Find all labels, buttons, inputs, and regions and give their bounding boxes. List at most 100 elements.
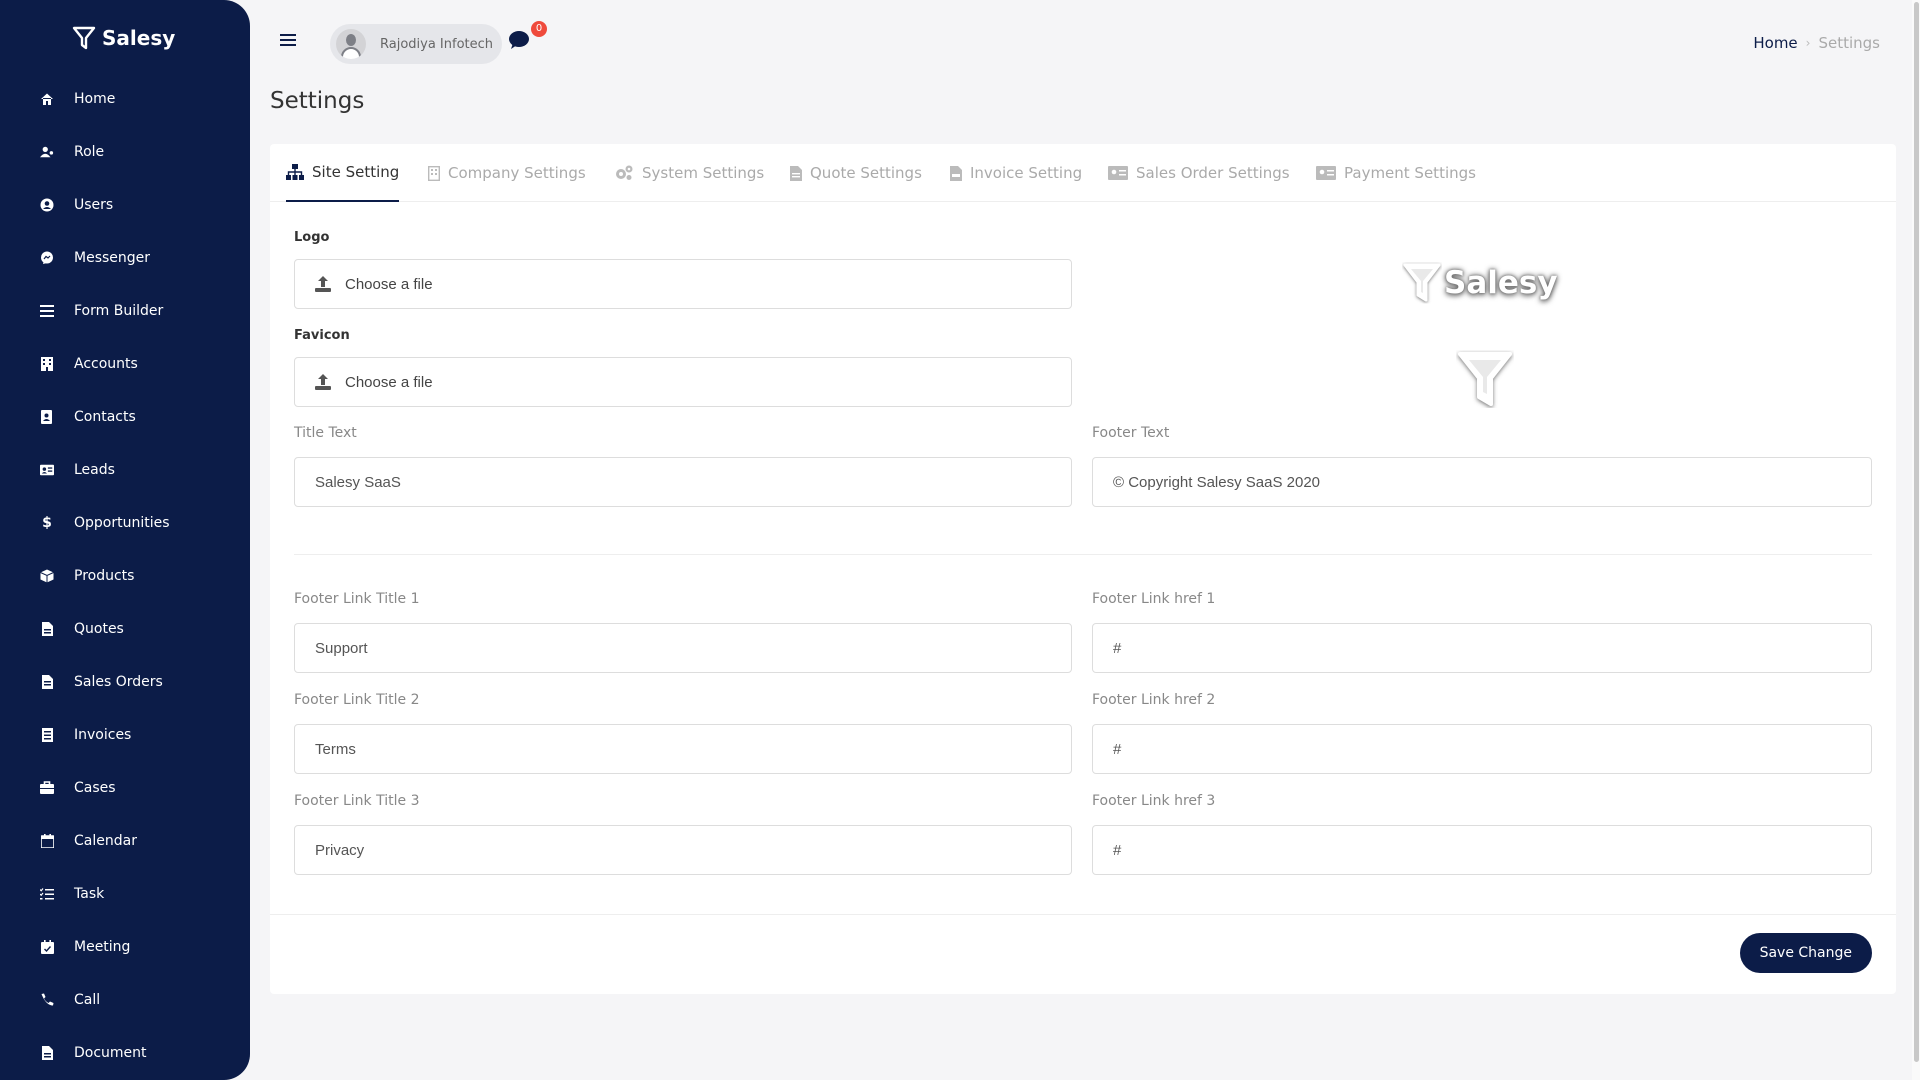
file-order-icon <box>40 674 54 689</box>
hamburger-menu-icon[interactable] <box>280 34 296 48</box>
sidebar-item-accounts[interactable]: Accounts <box>0 337 250 390</box>
breadcrumb-current: Settings <box>1818 34 1880 52</box>
logo-preview: Salesy <box>1402 262 1558 304</box>
card-footer-divider <box>270 914 1896 915</box>
footer-link-href-1-input[interactable]: # <box>1092 623 1872 673</box>
footer-link-title-2-value: Terms <box>315 740 356 758</box>
cogs-icon <box>616 165 633 180</box>
chat-icon[interactable] <box>508 30 530 54</box>
sidebar-item-meeting[interactable]: Meeting <box>0 920 250 973</box>
favicon-label: Favicon <box>294 328 350 343</box>
brand-name: Salesy <box>102 26 176 50</box>
sidebar-item-quotes[interactable]: Quotes <box>0 602 250 655</box>
tab-sales-order-settings[interactable]: Sales Order Settings <box>1108 144 1290 202</box>
logo-file-placeholder: Choose a file <box>345 275 433 293</box>
sidebar-item-messenger[interactable]: Messenger <box>0 231 250 284</box>
footer-link-title-2-input[interactable]: Terms <box>294 724 1072 774</box>
footer-text-input[interactable]: © Copyright Salesy SaaS 2020 <box>1092 457 1872 507</box>
tab-label: Payment Settings <box>1344 164 1476 182</box>
sidebar-item-label: Leads <box>74 461 115 478</box>
footer-text-value: © Copyright Salesy SaaS 2020 <box>1113 473 1321 491</box>
footer-link-href-1-label: Footer Link href 1 <box>1092 591 1216 607</box>
footer-link-href-2-value: # <box>1113 740 1122 758</box>
sidebar-item-label: Role <box>74 143 105 160</box>
user-menu[interactable]: Rajodiya Infotech <box>330 24 502 64</box>
sidebar-item-label: Call <box>74 991 101 1008</box>
title-text-value: Salesy SaaS <box>315 473 401 491</box>
tab-invoice-setting[interactable]: Invoice Setting <box>950 144 1082 202</box>
sidebar-item-label: Invoices <box>74 726 132 743</box>
sidebar-item-cases[interactable]: Cases <box>0 761 250 814</box>
sidebar-item-task[interactable]: Task <box>0 867 250 920</box>
sidebar-item-label: Messenger <box>74 249 151 266</box>
file-icon <box>790 165 802 181</box>
favicon-preview <box>1456 350 1514 412</box>
favicon-file-input[interactable]: Choose a file <box>294 357 1072 407</box>
sidebar-item-leads[interactable]: Leads <box>0 443 250 496</box>
dollar-icon: $ <box>42 514 52 531</box>
sidebar-item-form-builder[interactable]: Form Builder <box>0 284 250 337</box>
sidebar-item-sales-orders[interactable]: Sales Orders <box>0 655 250 708</box>
settings-card: Site Setting Company Settings System Set… <box>270 144 1896 994</box>
messenger-icon <box>40 251 54 265</box>
sidebar-item-call[interactable]: Call <box>0 973 250 1026</box>
breadcrumb-separator: › <box>1805 36 1811 50</box>
tab-label: Sales Order Settings <box>1136 164 1290 182</box>
footer-link-href-2-input[interactable]: # <box>1092 724 1872 774</box>
tab-company-settings[interactable]: Company Settings <box>428 144 586 202</box>
user-role-icon <box>40 145 54 159</box>
tab-quote-settings[interactable]: Quote Settings <box>790 144 922 202</box>
sidebar: Salesy Home Role Users Messenger Form Bu… <box>0 0 250 1080</box>
sidebar-item-users[interactable]: Users <box>0 178 250 231</box>
footer-link-title-1-label: Footer Link Title 1 <box>294 591 420 607</box>
id-card-icon <box>40 463 54 477</box>
tab-site-setting[interactable]: Site Setting <box>286 144 400 202</box>
footer-link-title-3-input[interactable]: Privacy <box>294 825 1072 875</box>
home-icon <box>40 92 54 106</box>
title-text-label: Title Text <box>294 425 357 441</box>
sidebar-item-invoices[interactable]: Invoices <box>0 708 250 761</box>
logo-file-input[interactable]: Choose a file <box>294 259 1072 309</box>
user-circle-icon <box>40 198 54 212</box>
sidebar-item-role[interactable]: Role <box>0 125 250 178</box>
tab-system-settings[interactable]: System Settings <box>614 144 764 202</box>
save-change-button[interactable]: Save Change <box>1739 933 1872 973</box>
sidebar-item-label: Form Builder <box>74 302 164 319</box>
sitemap-icon <box>286 164 304 180</box>
phone-icon <box>40 993 54 1007</box>
funnel-favicon-icon <box>1458 352 1512 406</box>
user-name: Rajodiya Infotech <box>380 36 494 52</box>
title-text-input[interactable]: Salesy SaaS <box>294 457 1072 507</box>
tab-label: Company Settings <box>448 164 586 182</box>
sidebar-item-products[interactable]: Products <box>0 549 250 602</box>
sidebar-item-home[interactable]: Home <box>0 72 250 125</box>
favicon-file-placeholder: Choose a file <box>345 373 433 391</box>
page-scrollbar[interactable] <box>1912 0 1920 1080</box>
breadcrumb: Home › Settings <box>1753 34 1880 52</box>
box-icon <box>40 569 54 583</box>
chat-count-badge: 0 <box>531 21 547 37</box>
address-book-icon <box>40 409 54 424</box>
footer-link-title-3-label: Footer Link Title 3 <box>294 793 420 809</box>
sidebar-item-opportunities[interactable]: $ Opportunities <box>0 496 250 549</box>
list-icon <box>40 304 54 318</box>
funnel-logo-icon <box>72 26 96 50</box>
footer-link-href-3-label: Footer Link href 3 <box>1092 793 1216 809</box>
file-invoice-icon <box>950 165 962 181</box>
receipt-icon <box>40 727 54 742</box>
tab-payment-settings[interactable]: Payment Settings <box>1316 144 1476 202</box>
sidebar-item-document[interactable]: Document <box>0 1026 250 1079</box>
calendar-icon <box>40 833 54 848</box>
sidebar-nav: Home Role Users Messenger Form Builder A… <box>0 72 250 1079</box>
footer-link-title-1-input[interactable]: Support <box>294 623 1072 673</box>
briefcase-icon <box>40 781 54 795</box>
sidebar-item-label: Products <box>74 567 135 584</box>
sidebar-item-label: Users <box>74 196 114 213</box>
breadcrumb-home-link[interactable]: Home <box>1753 34 1797 52</box>
brand-logo[interactable]: Salesy <box>72 26 175 50</box>
sidebar-item-contacts[interactable]: Contacts <box>0 390 250 443</box>
footer-link-href-3-input[interactable]: # <box>1092 825 1872 875</box>
sidebar-item-label: Task <box>74 885 105 902</box>
sidebar-item-calendar[interactable]: Calendar <box>0 814 250 867</box>
logo-label: Logo <box>294 230 330 245</box>
